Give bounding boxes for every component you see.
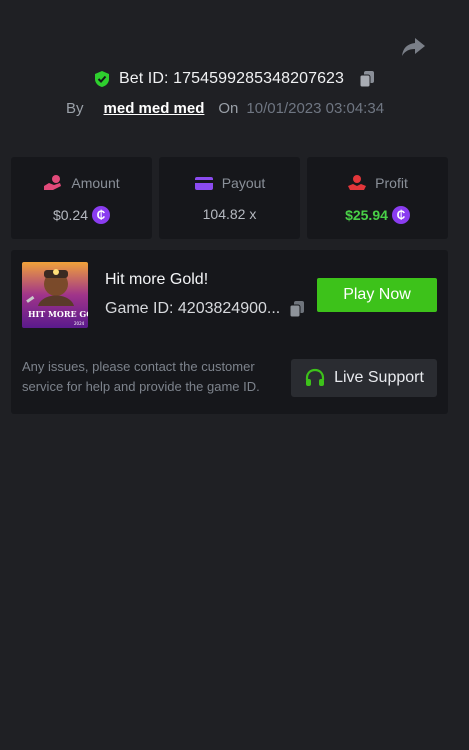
payout-stat: Payout 104.82 x [159, 157, 300, 239]
shield-check-icon [94, 71, 109, 87]
copy-icon[interactable] [358, 70, 376, 88]
coin-icon: ₵ [391, 206, 410, 224]
profit-label: Profit [375, 175, 408, 191]
payout-label: Payout [221, 175, 266, 191]
on-label: On [218, 99, 239, 117]
payout-value: 104.82 x [202, 206, 257, 222]
game-card: HIT MORE GOLD! 2024 Hit more Gold! Game … [11, 250, 448, 414]
game-title: Hit more Gold! [105, 271, 209, 288]
thumb-title: HIT MORE GOLD! [28, 309, 88, 319]
thumb-tag: 2024 [74, 321, 85, 326]
bet-id-row: Bet ID: 1754599285348207623 [0, 69, 469, 89]
user-link[interactable]: med med med [104, 100, 205, 117]
share-icon[interactable] [400, 36, 426, 58]
play-now-button[interactable]: Play Now [317, 278, 437, 312]
profit-stat: Profit $25.94 ₵ [307, 157, 448, 239]
game-thumbnail[interactable]: HIT MORE GOLD! 2024 [22, 262, 88, 328]
coin-icon: ₵ [92, 206, 111, 224]
bet-date: 10/01/2023 03:04:34 [246, 99, 385, 117]
live-support-button[interactable]: Live Support [291, 359, 437, 397]
hand-coins-icon [44, 175, 62, 190]
by-label: By [66, 99, 84, 117]
live-support-label: Live Support [334, 369, 424, 386]
game-id-label: Game ID: 4203824900... [105, 300, 281, 317]
game-id-row: Game ID: 4203824900... [105, 300, 306, 318]
profit-value: $25.94 [345, 207, 388, 223]
bet-id-label: Bet ID: 1754599285348207623 [118, 70, 345, 87]
support-text: Any issues, please contact the customer … [22, 359, 260, 394]
hand-money-icon [348, 175, 367, 190]
bet-stats: Amount $0.24 ₵ Payout 104.82 x Profit $2… [11, 157, 448, 239]
copy-icon[interactable] [288, 300, 306, 318]
headset-icon [305, 368, 325, 386]
bet-meta-row: By med med med On 10/01/2023 03:04:34 [66, 98, 384, 118]
card-icon [194, 177, 213, 190]
amount-value: $0.24 [52, 207, 89, 223]
amount-label: Amount [71, 175, 120, 191]
amount-stat: Amount $0.24 ₵ [11, 157, 152, 239]
